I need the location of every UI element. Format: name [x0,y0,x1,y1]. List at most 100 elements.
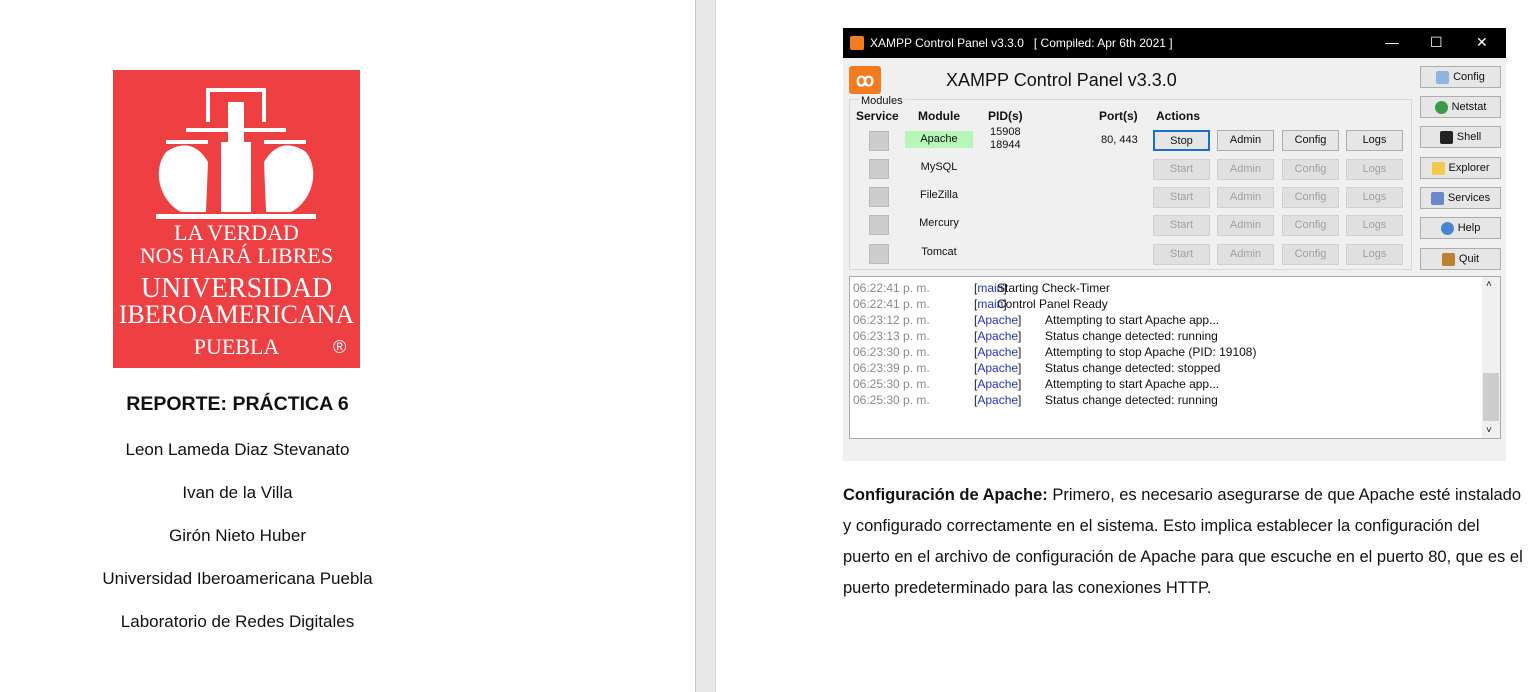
log-row: 06:23:13 p. m. [Apache] Status change dete… [852,328,1500,344]
log-message: Status change detected: stopped [1045,361,1221,375]
quit-button[interactable]: Quit [1420,248,1501,270]
log-time: 06:25:30 p. m. [853,377,930,391]
log-message: Status change detected: running [1045,393,1218,407]
log-scrollbar[interactable]: ˄ ˅ [1482,277,1500,438]
close-icon[interactable]: ✕ [1476,34,1488,51]
start-button[interactable]: Start [1153,215,1210,236]
ports: 80, 443 [1101,134,1138,146]
log-time: 06:23:12 p. m. [853,313,930,327]
logo-motto-2: NOS HARÁ LIBRES [139,243,334,268]
header-pids: PID(s) [988,109,1023,123]
log-row: 06:23:30 p. m. [Apache] Attempting to stop… [852,344,1500,360]
log-time: 06:23:30 p. m. [853,345,930,359]
admin-button[interactable]: Admin [1217,215,1274,236]
maximize-icon[interactable]: ☐ [1430,34,1443,51]
log-message: Control Panel Ready [997,297,1108,311]
admin-button[interactable]: Admin [1217,159,1274,180]
minimize-icon[interactable]: — [1385,34,1399,50]
xampp-icon [850,36,864,50]
config-button[interactable]: Config [1282,187,1339,208]
netstat-button[interactable]: Netstat [1420,96,1501,118]
admin-button[interactable]: Admin [1217,187,1274,208]
log-panel[interactable]: 06:22:41 p. m. [main] Starting Check-Timer… [849,276,1501,439]
page-gutter [695,0,716,692]
module-name: FileZilla [920,189,958,201]
folder-icon [1431,161,1445,175]
log-time: 06:23:13 p. m. [853,329,930,343]
log-source: [Apache] [974,345,1022,359]
report-title: REPORTE: PRÁCTICA 6 [126,393,349,415]
log-source: [Apache] [974,393,1022,407]
start-button[interactable]: Start [1153,244,1210,265]
log-row: 06:23:39 p. m. [Apache] Status change dete… [852,360,1500,376]
modules-label: Modules [859,95,905,107]
document-page-left: LA VERDAD NOS HARÁ LIBRES UNIVERSIDAD IB… [0,0,695,692]
stop-button[interactable]: Stop [1153,130,1210,151]
xampp-logo-icon: ꝏ [849,66,881,94]
log-time: 06:25:30 p. m. [853,393,930,407]
shell-button[interactable]: Shell [1420,126,1501,148]
university-crest-icon [156,88,316,219]
scrollbar-thumb[interactable] [1483,373,1499,421]
logo-registered: ® [333,337,347,357]
scroll-up-icon[interactable]: ˄ [1486,279,1492,290]
logo-motto-1: LA VERDAD [174,220,299,245]
module-name: Mercury [919,217,959,229]
wrench-icon [1436,70,1450,84]
terminal-icon [1439,130,1453,144]
module-name: Apache [905,131,973,148]
config-button[interactable]: Config [1282,130,1339,151]
scroll-down-icon[interactable]: ˅ [1486,425,1492,436]
service-checkbox[interactable] [869,187,889,207]
config-button[interactable]: Config [1282,159,1339,180]
config-side-button[interactable]: Config [1420,66,1501,88]
log-message: Attempting to stop Apache (PID: 19108) [1045,345,1257,359]
logs-button[interactable]: Logs [1346,130,1403,151]
explorer-button[interactable]: Explorer [1420,157,1501,179]
help-button[interactable]: Help [1420,217,1501,239]
author-line: Girón Nieto Huber [168,526,306,545]
institution-line: Universidad Iberoamericana Puebla [102,569,373,588]
services-button[interactable]: Services [1420,187,1501,209]
log-message: Attempting to start Apache app... [1045,313,1220,327]
services-icon [1430,191,1444,205]
logo-name-2: IBEROAMERICANA [118,300,355,329]
service-checkbox[interactable] [869,244,889,264]
window-title: XAMPP Control Panel v3.3.0 [ Compiled: A… [870,36,1173,50]
logo-campus: PUEBLA [193,334,280,359]
panel-title: XAMPP Control Panel v3.3.0 [946,70,1177,90]
start-button[interactable]: Start [1153,159,1210,180]
service-checkbox[interactable] [869,159,889,179]
config-button[interactable]: Config [1282,215,1339,236]
log-source: [Apache] [974,313,1022,327]
author-line: Ivan de la Villa [182,483,293,502]
xampp-screenshot: XAMPP Control Panel v3.3.0 [ Compiled: A… [843,28,1506,461]
caption-bold: Configuración de Apache: [843,486,1048,504]
log-source: [Apache] [974,377,1022,391]
service-checkbox[interactable] [869,131,889,151]
logs-button[interactable]: Logs [1346,159,1403,180]
admin-button[interactable]: Admin [1217,130,1274,151]
log-row: 06:22:41 p. m. [main] Starting Check-Timer [852,280,1500,296]
door-icon [1441,252,1455,266]
service-checkbox[interactable] [869,215,889,235]
header-ports: Port(s) [1099,109,1138,123]
university-logo: LA VERDAD NOS HARÁ LIBRES UNIVERSIDAD IB… [113,70,360,368]
logs-button[interactable]: Logs [1346,187,1403,208]
caption-paragraph: Configuración de Apache: Primero, es nec… [843,480,1523,604]
log-message: Status change detected: running [1045,329,1218,343]
log-row: 06:23:12 p. m. [Apache] Attempting to star… [852,312,1500,328]
logs-button[interactable]: Logs [1346,215,1403,236]
logs-button[interactable]: Logs [1346,244,1403,265]
log-time: 06:22:41 p. m. [853,297,930,311]
title-bar: XAMPP Control Panel v3.3.0 [ Compiled: A… [843,28,1506,58]
log-source: [Apache] [974,361,1022,375]
log-source: [Apache] [974,329,1022,343]
author-line: Leon Lameda Diaz Stevanato [125,440,350,459]
admin-button[interactable]: Admin [1217,244,1274,265]
log-time: 06:23:39 p. m. [853,361,930,375]
start-button[interactable]: Start [1153,187,1210,208]
help-icon [1440,221,1454,235]
log-row: 06:25:30 p. m. [Apache] Attempting to star… [852,376,1500,392]
config-button[interactable]: Config [1282,244,1339,265]
